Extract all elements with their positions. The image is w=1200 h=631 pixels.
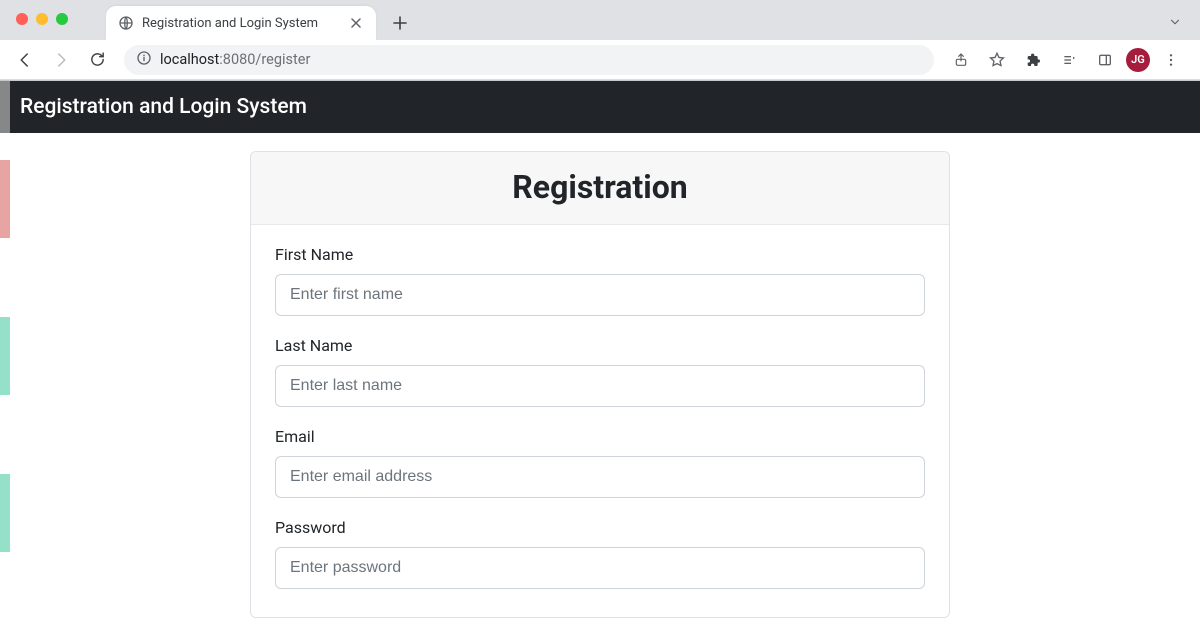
new-tab-button[interactable]: [386, 9, 414, 37]
email-label: Email: [275, 427, 925, 446]
tab-title: Registration and Login System: [142, 16, 318, 31]
window-controls: [16, 13, 68, 25]
tab-strip: Registration and Login System: [0, 0, 1200, 40]
card-header: Registration: [251, 152, 949, 225]
navbar-brand: Registration and Login System: [20, 95, 307, 119]
window-close-button[interactable]: [16, 13, 28, 25]
url-path: /register: [255, 51, 310, 68]
url-text: localhost:8080/register: [160, 51, 310, 68]
side-panel-icon[interactable]: [1090, 45, 1120, 75]
extensions-icon[interactable]: [1018, 45, 1048, 75]
bookmark-star-icon[interactable]: [982, 45, 1012, 75]
reload-button[interactable]: [82, 45, 112, 75]
window-minimize-button[interactable]: [36, 13, 48, 25]
content-wrap: Registration First Name Last Name Email …: [0, 133, 1200, 618]
form-group-password: Password: [275, 518, 925, 589]
profile-initials: JG: [1131, 53, 1145, 66]
forward-button[interactable]: [46, 45, 76, 75]
registration-card: Registration First Name Last Name Email …: [250, 151, 950, 618]
reading-list-icon[interactable]: [1054, 45, 1084, 75]
toolbar-right: JG: [946, 45, 1190, 75]
browser-tab[interactable]: Registration and Login System: [106, 6, 376, 40]
card-body: First Name Last Name Email Password: [251, 225, 949, 617]
last-name-label: Last Name: [275, 336, 925, 355]
tab-search-button[interactable]: [1168, 14, 1182, 33]
browser-toolbar: localhost:8080/register JG: [0, 40, 1200, 80]
decorative-stripes: [0, 81, 10, 631]
browser-chrome: Registration and Login System loca: [0, 0, 1200, 81]
kebab-menu-icon[interactable]: [1156, 45, 1186, 75]
password-label: Password: [275, 518, 925, 537]
form-group-first-name: First Name: [275, 245, 925, 316]
form-group-last-name: Last Name: [275, 336, 925, 407]
form-group-email: Email: [275, 427, 925, 498]
page-viewport: Registration and Login System Registrati…: [0, 81, 1200, 631]
profile-avatar[interactable]: JG: [1126, 48, 1150, 72]
last-name-input[interactable]: [275, 365, 925, 407]
first-name-label: First Name: [275, 245, 925, 264]
email-input[interactable]: [275, 456, 925, 498]
app-navbar: Registration and Login System: [0, 81, 1200, 133]
globe-icon: [118, 15, 134, 31]
site-info-icon[interactable]: [136, 50, 152, 70]
url-host: localhost: [160, 51, 219, 68]
password-input[interactable]: [275, 547, 925, 589]
share-icon[interactable]: [946, 45, 976, 75]
window-maximize-button[interactable]: [56, 13, 68, 25]
tab-close-button[interactable]: [348, 15, 364, 31]
card-title: Registration: [251, 168, 949, 206]
back-button[interactable]: [10, 45, 40, 75]
url-port: :8080: [219, 51, 255, 68]
first-name-input[interactable]: [275, 274, 925, 316]
address-bar[interactable]: localhost:8080/register: [124, 45, 934, 75]
